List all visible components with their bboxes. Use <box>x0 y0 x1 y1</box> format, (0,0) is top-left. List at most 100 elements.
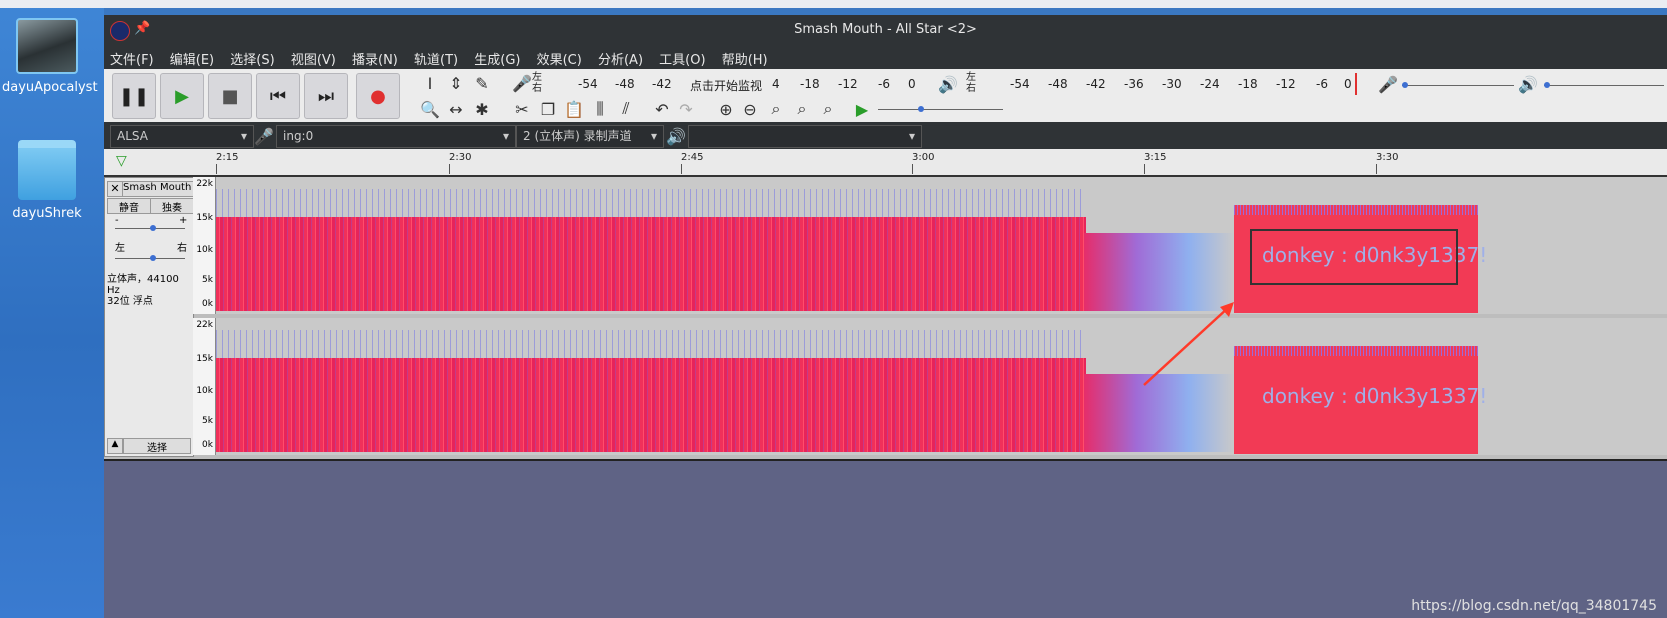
gain-slider[interactable] <box>115 225 185 231</box>
play-at-speed-icon[interactable]: ▶ <box>850 97 874 121</box>
close-track-button[interactable]: ✕ <box>107 181 123 197</box>
envelope-tool-icon[interactable]: ⇕ <box>444 71 468 95</box>
skip-end-button[interactable]: ⏭ <box>304 73 348 119</box>
menu-bar: 文件(F) 编辑(E) 选择(S) 视图(V) 播录(N) 轨道(T) 生成(G… <box>104 45 1667 69</box>
channels-select[interactable]: 2 (立体声) 录制声道 ▾ <box>516 125 664 148</box>
meter-tick: -54 <box>578 77 598 91</box>
play-head-marker-icon[interactable]: ▽ <box>116 153 127 169</box>
pan-left-label: 左 <box>115 243 125 254</box>
meter-tick: -30 <box>1162 77 1182 91</box>
audio-host-select[interactable]: ALSA ▾ <box>110 125 254 148</box>
scale-label: 0k <box>202 299 213 309</box>
meter-tick: -18 <box>1238 77 1258 91</box>
meter-tick: -48 <box>615 77 635 91</box>
zoom-toggle-icon[interactable]: ⌕ <box>816 97 840 121</box>
fit-selection-icon[interactable]: ⌕ <box>764 97 788 121</box>
menu-tools[interactable]: 工具(O) <box>659 45 711 68</box>
skip-start-button[interactable]: ⏮ <box>256 73 300 119</box>
desktop-icon-dayushrek[interactable]: dayuShrek <box>2 140 92 221</box>
scale-label: 5k <box>202 275 213 285</box>
toolbar-area: ❚❚ ▶ ■ ⏮ ⏭ ● I ⇕ ✎ 🔍 ↔ ✱ 🎤 ✂ ❐ 📋 ⫼ ⫽ ↶ ↷… <box>104 69 1667 123</box>
gain-minus-label: - <box>115 215 119 226</box>
spectrogram-left-channel[interactable]: donkey : d0nk3y1337! <box>216 177 1667 314</box>
collapse-track-button[interactable]: ▲ <box>107 438 123 454</box>
play-button[interactable]: ▶ <box>160 73 204 119</box>
undo-icon[interactable]: ↶ <box>650 97 674 121</box>
menu-transport[interactable]: 播录(N) <box>352 45 404 68</box>
menu-generate[interactable]: 生成(G) <box>474 45 526 68</box>
stop-button[interactable]: ■ <box>208 73 252 119</box>
mic-icon[interactable]: 🎤 <box>510 71 534 95</box>
zoom-out-icon[interactable]: ⊖ <box>738 97 762 121</box>
menu-file[interactable]: 文件(F) <box>110 45 160 68</box>
pause-button[interactable]: ❚❚ <box>112 73 156 119</box>
redo-icon[interactable]: ↷ <box>674 97 698 121</box>
desktop-icon-dayuapocalyst[interactable]: dayuApocalyst <box>2 18 98 95</box>
track-format: 立体声，44100 Hz <box>107 274 179 296</box>
cut-icon[interactable]: ✂ <box>510 97 534 121</box>
speaker-icon[interactable]: 🔊 <box>936 72 960 96</box>
gain-knob[interactable] <box>150 225 156 231</box>
zoom-in-icon[interactable]: ⊕ <box>714 97 738 121</box>
playback-volume-slider[interactable] <box>1544 82 1664 88</box>
ruler-tick: 2:45 <box>681 152 704 174</box>
zoom-tool-icon[interactable]: 🔍 <box>418 97 442 121</box>
fit-project-icon[interactable]: ⌕ <box>790 97 814 121</box>
start-monitoring-label[interactable]: 点击开始监视 <box>690 77 762 94</box>
copy-icon[interactable]: ❐ <box>536 97 560 121</box>
draw-tool-icon[interactable]: ✎ <box>470 71 494 95</box>
meter-tick: -12 <box>1276 77 1296 91</box>
menu-select[interactable]: 选择(S) <box>230 45 280 68</box>
input-device-icon: 🎤 <box>254 126 274 146</box>
scale-label: 5k <box>202 416 213 426</box>
meter-right-label: 右 <box>532 83 542 94</box>
spectrogram-music-region <box>216 189 1086 311</box>
record-button[interactable]: ● <box>356 73 400 119</box>
pan-right-label: 右 <box>177 243 187 254</box>
menu-effect[interactable]: 效果(C) <box>537 45 588 68</box>
pan-slider[interactable] <box>115 255 185 261</box>
timeshift-tool-icon[interactable]: ↔ <box>444 97 468 121</box>
pan-knob[interactable] <box>150 255 156 261</box>
menu-help[interactable]: 帮助(H) <box>722 45 774 68</box>
hidden-message-text: donkey : d0nk3y1337! <box>1262 384 1488 408</box>
menu-edit[interactable]: 编辑(E) <box>170 45 220 68</box>
recording-meter[interactable]: 左 右 -54 -48 -42 点击开始监视 4 -18 -12 -6 0 <box>532 73 932 95</box>
ruler-tick: 2:15 <box>216 152 239 174</box>
skip-end-icon: ⏭ <box>317 85 335 107</box>
meter-peak-marker <box>1355 73 1357 95</box>
meter-left-label: 左 <box>532 72 542 83</box>
record-icon: ● <box>370 85 386 107</box>
paste-icon[interactable]: 📋 <box>562 97 586 121</box>
playback-volume-knob[interactable] <box>1544 82 1550 88</box>
menu-tracks[interactable]: 轨道(T) <box>414 45 464 68</box>
track-info: 立体声，44100 Hz 32位 浮点 <box>107 274 193 307</box>
menu-analyze[interactable]: 分析(A) <box>598 45 649 68</box>
scale-label: 10k <box>196 386 213 396</box>
meter-tick: -42 <box>652 77 672 91</box>
silence-icon[interactable]: ⫽ <box>614 97 638 121</box>
mute-button[interactable]: 静音 <box>107 198 151 214</box>
playback-device-select[interactable]: ▾ <box>688 125 922 148</box>
solo-button[interactable]: 独奏 <box>150 198 194 214</box>
recording-device-select[interactable]: ing:0 ▾ <box>276 125 516 148</box>
recording-volume-slider[interactable] <box>1402 82 1514 88</box>
meter-tick: -42 <box>1086 77 1106 91</box>
playback-volume-icon: 🔊 <box>1518 74 1538 94</box>
ruler-tick: 2:30 <box>449 152 472 174</box>
meter-tick: -54 <box>1010 77 1030 91</box>
selection-tool-icon[interactable]: I <box>418 71 442 95</box>
trim-icon[interactable]: ⫼ <box>588 97 612 121</box>
play-speed-slider[interactable] <box>878 106 1003 112</box>
menu-view[interactable]: 视图(V) <box>291 45 342 68</box>
track-control-panel: ✕ Smash Mouth 静音 独奏 - + 左 右 立体声，44100 Hz… <box>104 177 194 457</box>
transport-toolbar: ❚❚ ▶ ■ ⏮ ⏭ ● <box>112 73 402 119</box>
timeline-ruler[interactable]: ▽ 2:15 2:30 2:45 3:00 3:15 3:30 <box>104 149 1667 177</box>
track-name-menu[interactable]: Smash Mouth <box>122 181 194 197</box>
playback-meter[interactable]: 左 右 -54 -48 -42 -36 -30 -24 -18 -12 -6 0 <box>966 73 1386 95</box>
play-speed-knob[interactable] <box>918 106 924 112</box>
multi-tool-icon[interactable]: ✱ <box>470 97 494 121</box>
select-track-button[interactable]: 选择 <box>123 438 191 454</box>
recording-volume-knob[interactable] <box>1402 82 1408 88</box>
spectrogram-right-channel[interactable]: donkey : d0nk3y1337! <box>216 318 1667 455</box>
